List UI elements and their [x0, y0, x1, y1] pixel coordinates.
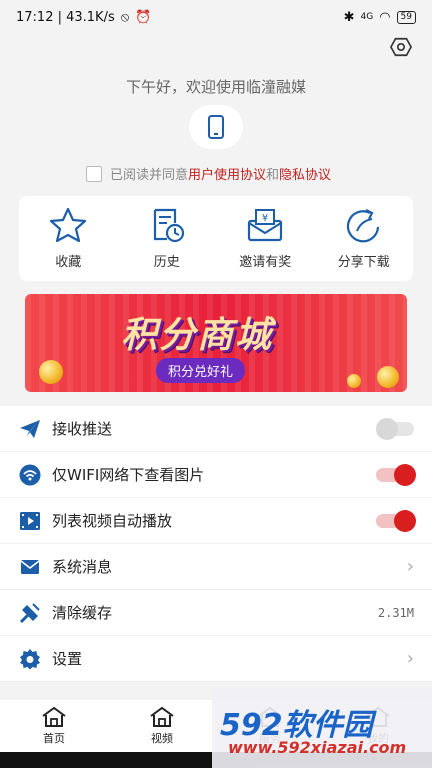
- watermark-overlay: 592软件园 www.592xiazai.com: [212, 688, 432, 768]
- settings-label: 接收推送: [52, 420, 113, 438]
- home-icon: [42, 706, 66, 727]
- banner-subtitle: 积分兑好礼: [156, 358, 246, 383]
- settings-label: 设置: [52, 650, 83, 668]
- settings-row-push[interactable]: 接收推送: [0, 406, 432, 452]
- status-bar: 17:12 | 43.1K/s ⦸ ⏰ ✱ 4G ◠ 59: [0, 0, 432, 34]
- mute-icon: ⦸: [120, 9, 130, 25]
- coin-decoration: [347, 374, 361, 388]
- invite-reward-icon: ¥: [248, 209, 283, 242]
- settings-row-autoplay[interactable]: 列表视频自动播放: [0, 498, 432, 544]
- settings-hex-icon[interactable]: [390, 36, 412, 58]
- settings-row-messages[interactable]: 系统消息 ›: [0, 544, 432, 590]
- quick-action-label: 邀请有奖: [239, 255, 292, 270]
- agreement-row: 已阅读并同意 用户使用协议 和 隐私协议: [86, 164, 331, 183]
- settings-list: 接收推送 仅WIFI网络下查看图片 列表视频自动播放 系统消息 › 清除缓存 2…: [0, 406, 432, 682]
- agreement-and: 和: [266, 168, 280, 183]
- phone-icon: [208, 115, 224, 139]
- paper-plane-icon: [18, 417, 42, 441]
- quick-action-history[interactable]: 历史: [127, 207, 207, 270]
- points-mall-banner[interactable]: 积分商城 积分兑好礼: [25, 294, 407, 392]
- agreement-checkbox[interactable]: [86, 165, 102, 182]
- chevron-right-icon: ›: [406, 556, 414, 577]
- battery-icon: 59: [396, 10, 416, 24]
- user-agreement-link[interactable]: 用户使用协议: [188, 164, 266, 183]
- quick-action-invite[interactable]: ¥ 邀请有奖: [225, 207, 305, 270]
- home-icon: [150, 706, 174, 727]
- push-toggle[interactable]: [376, 417, 414, 440]
- wifi-icon: [18, 463, 42, 487]
- coin-decoration: [39, 360, 63, 384]
- wifi-status-icon: ◠: [379, 9, 391, 25]
- settings-row-clear-cache[interactable]: 清除缓存 2.31M: [0, 590, 432, 636]
- gear-icon: [18, 647, 42, 671]
- svg-text:¥: ¥: [262, 213, 268, 224]
- quick-actions-card: 收藏 历史 ¥ 邀请有奖 分享下载: [19, 196, 413, 281]
- phone-login-button[interactable]: [189, 105, 243, 149]
- clear-icon: [18, 601, 42, 625]
- cache-size-value: 2.31M: [377, 605, 414, 620]
- tab-home[interactable]: 首页: [0, 700, 108, 752]
- settings-row-wifi-images[interactable]: 仅WIFI网络下查看图片: [0, 452, 432, 498]
- greeting-text: 下午好，欢迎使用临潼融媒: [125, 78, 306, 96]
- quick-action-label: 历史: [153, 255, 180, 270]
- envelope-icon: [18, 555, 42, 579]
- tab-label: 首页: [43, 732, 65, 745]
- quick-action-favorites[interactable]: 收藏: [28, 207, 108, 270]
- signal-icon: 4G: [360, 12, 374, 22]
- quick-action-label: 收藏: [55, 255, 82, 270]
- settings-label: 列表视频自动播放: [52, 512, 173, 530]
- quick-action-label: 分享下载: [337, 255, 390, 270]
- tab-label: 视频: [151, 732, 173, 745]
- status-right: ✱ 4G ◠ 59: [344, 10, 416, 25]
- status-left: 17:12 | 43.1K/s ⦸ ⏰: [16, 10, 151, 25]
- video-icon: [18, 509, 42, 533]
- alarm-icon: ⏰: [135, 9, 152, 25]
- settings-row-settings[interactable]: 设置 ›: [0, 636, 432, 682]
- watermark-url: www.592xiazai.com: [228, 738, 407, 757]
- banner-title: 积分商城: [121, 315, 274, 356]
- settings-label: 仅WIFI网络下查看图片: [52, 466, 205, 484]
- settings-label: 清除缓存: [52, 604, 113, 622]
- chevron-right-icon: ›: [406, 648, 414, 669]
- wifi-images-toggle[interactable]: [376, 463, 416, 486]
- share-icon: [346, 209, 379, 243]
- agreement-prefix: 已阅读并同意: [110, 168, 189, 183]
- autoplay-toggle[interactable]: [376, 509, 416, 532]
- bluetooth-icon: ✱: [343, 9, 355, 25]
- quick-action-share[interactable]: 分享下载: [324, 207, 404, 270]
- status-time-speed: 17:12 | 43.1K/s: [16, 9, 115, 25]
- privacy-agreement-link[interactable]: 隐私协议: [279, 164, 331, 183]
- history-icon: [153, 208, 184, 243]
- star-icon: [50, 207, 87, 243]
- coin-decoration: [377, 366, 399, 388]
- settings-label: 系统消息: [52, 558, 113, 576]
- tab-video[interactable]: 视频: [108, 700, 216, 752]
